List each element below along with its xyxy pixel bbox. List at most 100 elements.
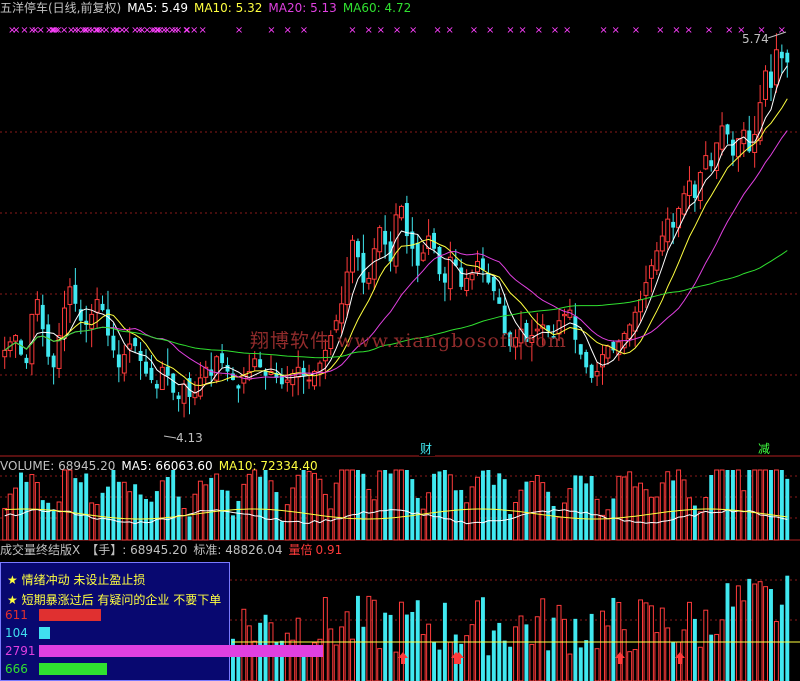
- indicator-bar-132: [719, 619, 725, 681]
- candle-body-31: [171, 373, 176, 393]
- indicator-bar-64: [350, 638, 355, 681]
- stat-bar-2-value: 104: [5, 626, 28, 640]
- candle-body-6: [34, 299, 40, 315]
- indicator-bar-93: [508, 646, 513, 681]
- volume-bar-24: [133, 484, 138, 540]
- candle-body-3: [19, 340, 23, 355]
- indicator-bar-141: [769, 589, 773, 681]
- volume-bar-66: [361, 473, 366, 540]
- candle-body-18: [100, 303, 105, 311]
- volume-bar-31: [171, 470, 176, 540]
- price-legend: 五洋停车(日线,前复权) MA5: 5.49 MA10: 5.32 MA20: 5.1…: [0, 0, 417, 16]
- volume-bar-138: [752, 469, 758, 541]
- volume-bar-65: [356, 470, 360, 540]
- indicator-bars: [231, 575, 800, 681]
- volume-bar-23: [127, 491, 133, 541]
- volume-bar-96: [524, 481, 529, 540]
- indicator-bar-127: [692, 618, 697, 681]
- top-marker-b-8: ×: [182, 25, 190, 36]
- candle-body-13: [73, 284, 78, 304]
- volume-bar-49: [268, 480, 274, 541]
- indicator-bar-143: [779, 604, 784, 681]
- volume-bar-55: [301, 470, 306, 540]
- candle-body-16: [89, 313, 95, 329]
- candle-body-143: [779, 51, 784, 59]
- volume-bar-135: [735, 469, 741, 541]
- volume-bar-28: [154, 491, 159, 540]
- indicator-bar-76: [415, 600, 420, 681]
- candle-body-43: [236, 385, 241, 389]
- volume-bar-136: [741, 490, 747, 541]
- volume-bar-53: [290, 487, 296, 541]
- top-marker-b-3: ×: [81, 25, 89, 36]
- candle-body-84: [459, 267, 464, 287]
- candle-body-67: [366, 277, 372, 284]
- candle-body-46: [252, 358, 258, 368]
- volume-bars: [2, 469, 790, 541]
- candle-body-76: [415, 242, 420, 266]
- volume-bar-115: [627, 471, 633, 541]
- volume-bar-76: [415, 497, 420, 540]
- volume-bar-3: [19, 472, 23, 540]
- stat-bar-1-value: 611: [5, 608, 28, 622]
- top-marker-b-34: ×: [705, 25, 713, 36]
- candle-body-142: [773, 49, 779, 86]
- candle-body-64: [350, 239, 355, 273]
- candle-body-90: [491, 276, 496, 292]
- candle-body-107: [584, 351, 589, 368]
- indicator-bar-114: [621, 629, 627, 681]
- indicator-bar-82: [447, 641, 453, 681]
- top-marker-b-24: ×: [518, 25, 526, 36]
- stat-bar-4-value: 666: [5, 662, 28, 676]
- indicator-bar-88: [480, 597, 485, 681]
- volume-bar-89: [486, 470, 491, 540]
- candle-body-55: [301, 367, 306, 376]
- top-marker-b-11: ×: [267, 25, 275, 36]
- volume-bar-51: [279, 521, 284, 540]
- indicator-bar-43: [236, 652, 241, 681]
- volume-bar-143: [779, 470, 784, 540]
- volume-bar-71: [388, 473, 393, 540]
- top-marker-b-10: ×: [235, 25, 243, 36]
- candle-body-115: [627, 324, 633, 340]
- top-marker-b-9: ×: [198, 25, 206, 36]
- volume-bar-6: [34, 482, 40, 541]
- candle-body-56: [306, 379, 312, 382]
- candle-body-19: [106, 309, 110, 336]
- indicator-bar-92: [502, 640, 507, 681]
- indicator-bar-142: [773, 621, 779, 681]
- stock-title: 五洋停车(日线,前复权): [0, 1, 122, 15]
- volume-legend: VOLUME: 68945.20 MA5: 66063.60 MA10: 72334…: [0, 458, 324, 474]
- candle-body-4: [24, 357, 29, 364]
- top-marker-b-29: ×: [612, 25, 620, 36]
- top-marker-b-27: ×: [563, 25, 571, 36]
- indicator-ratio-name: 量倍: [288, 543, 313, 557]
- candle-body-54: [295, 366, 301, 378]
- volume-bar-43: [236, 500, 241, 540]
- volume-bar-15: [84, 473, 89, 540]
- volume-bar-80: [437, 471, 442, 540]
- candle-body-0: [2, 349, 8, 358]
- ma60-legend: MA60: 4.72: [342, 1, 412, 15]
- ma20-legend: MA20: 5.13: [268, 1, 337, 15]
- candle-body-30: [165, 366, 170, 376]
- volume-bar-26: [144, 498, 148, 540]
- stat-bar-4-fill: [39, 663, 107, 675]
- top-marker-b-19: ×: [433, 25, 441, 36]
- candle-body-74: [404, 203, 409, 237]
- volume-bar-124: [676, 469, 682, 541]
- candle-body-117: [638, 299, 644, 313]
- volume-bar-134: [730, 470, 735, 540]
- volume-bar-57: [312, 472, 317, 541]
- watermark: 翔博软件 www.xiangbosoft.com: [250, 330, 567, 352]
- volume-bar-64: [350, 469, 355, 541]
- ma5-legend: MA5: 5.49: [127, 1, 188, 15]
- indicator-unit: 【手】: 68945.20: [86, 543, 188, 557]
- volume-bar-19: [106, 486, 110, 540]
- candle-body-85: [464, 277, 470, 291]
- indicator-bar-116: [632, 649, 638, 681]
- volume-bar-85: [464, 502, 470, 541]
- indicator-bar-120: [654, 632, 660, 681]
- volume-bar-34: [187, 516, 192, 540]
- volume-bar-102: [556, 516, 562, 541]
